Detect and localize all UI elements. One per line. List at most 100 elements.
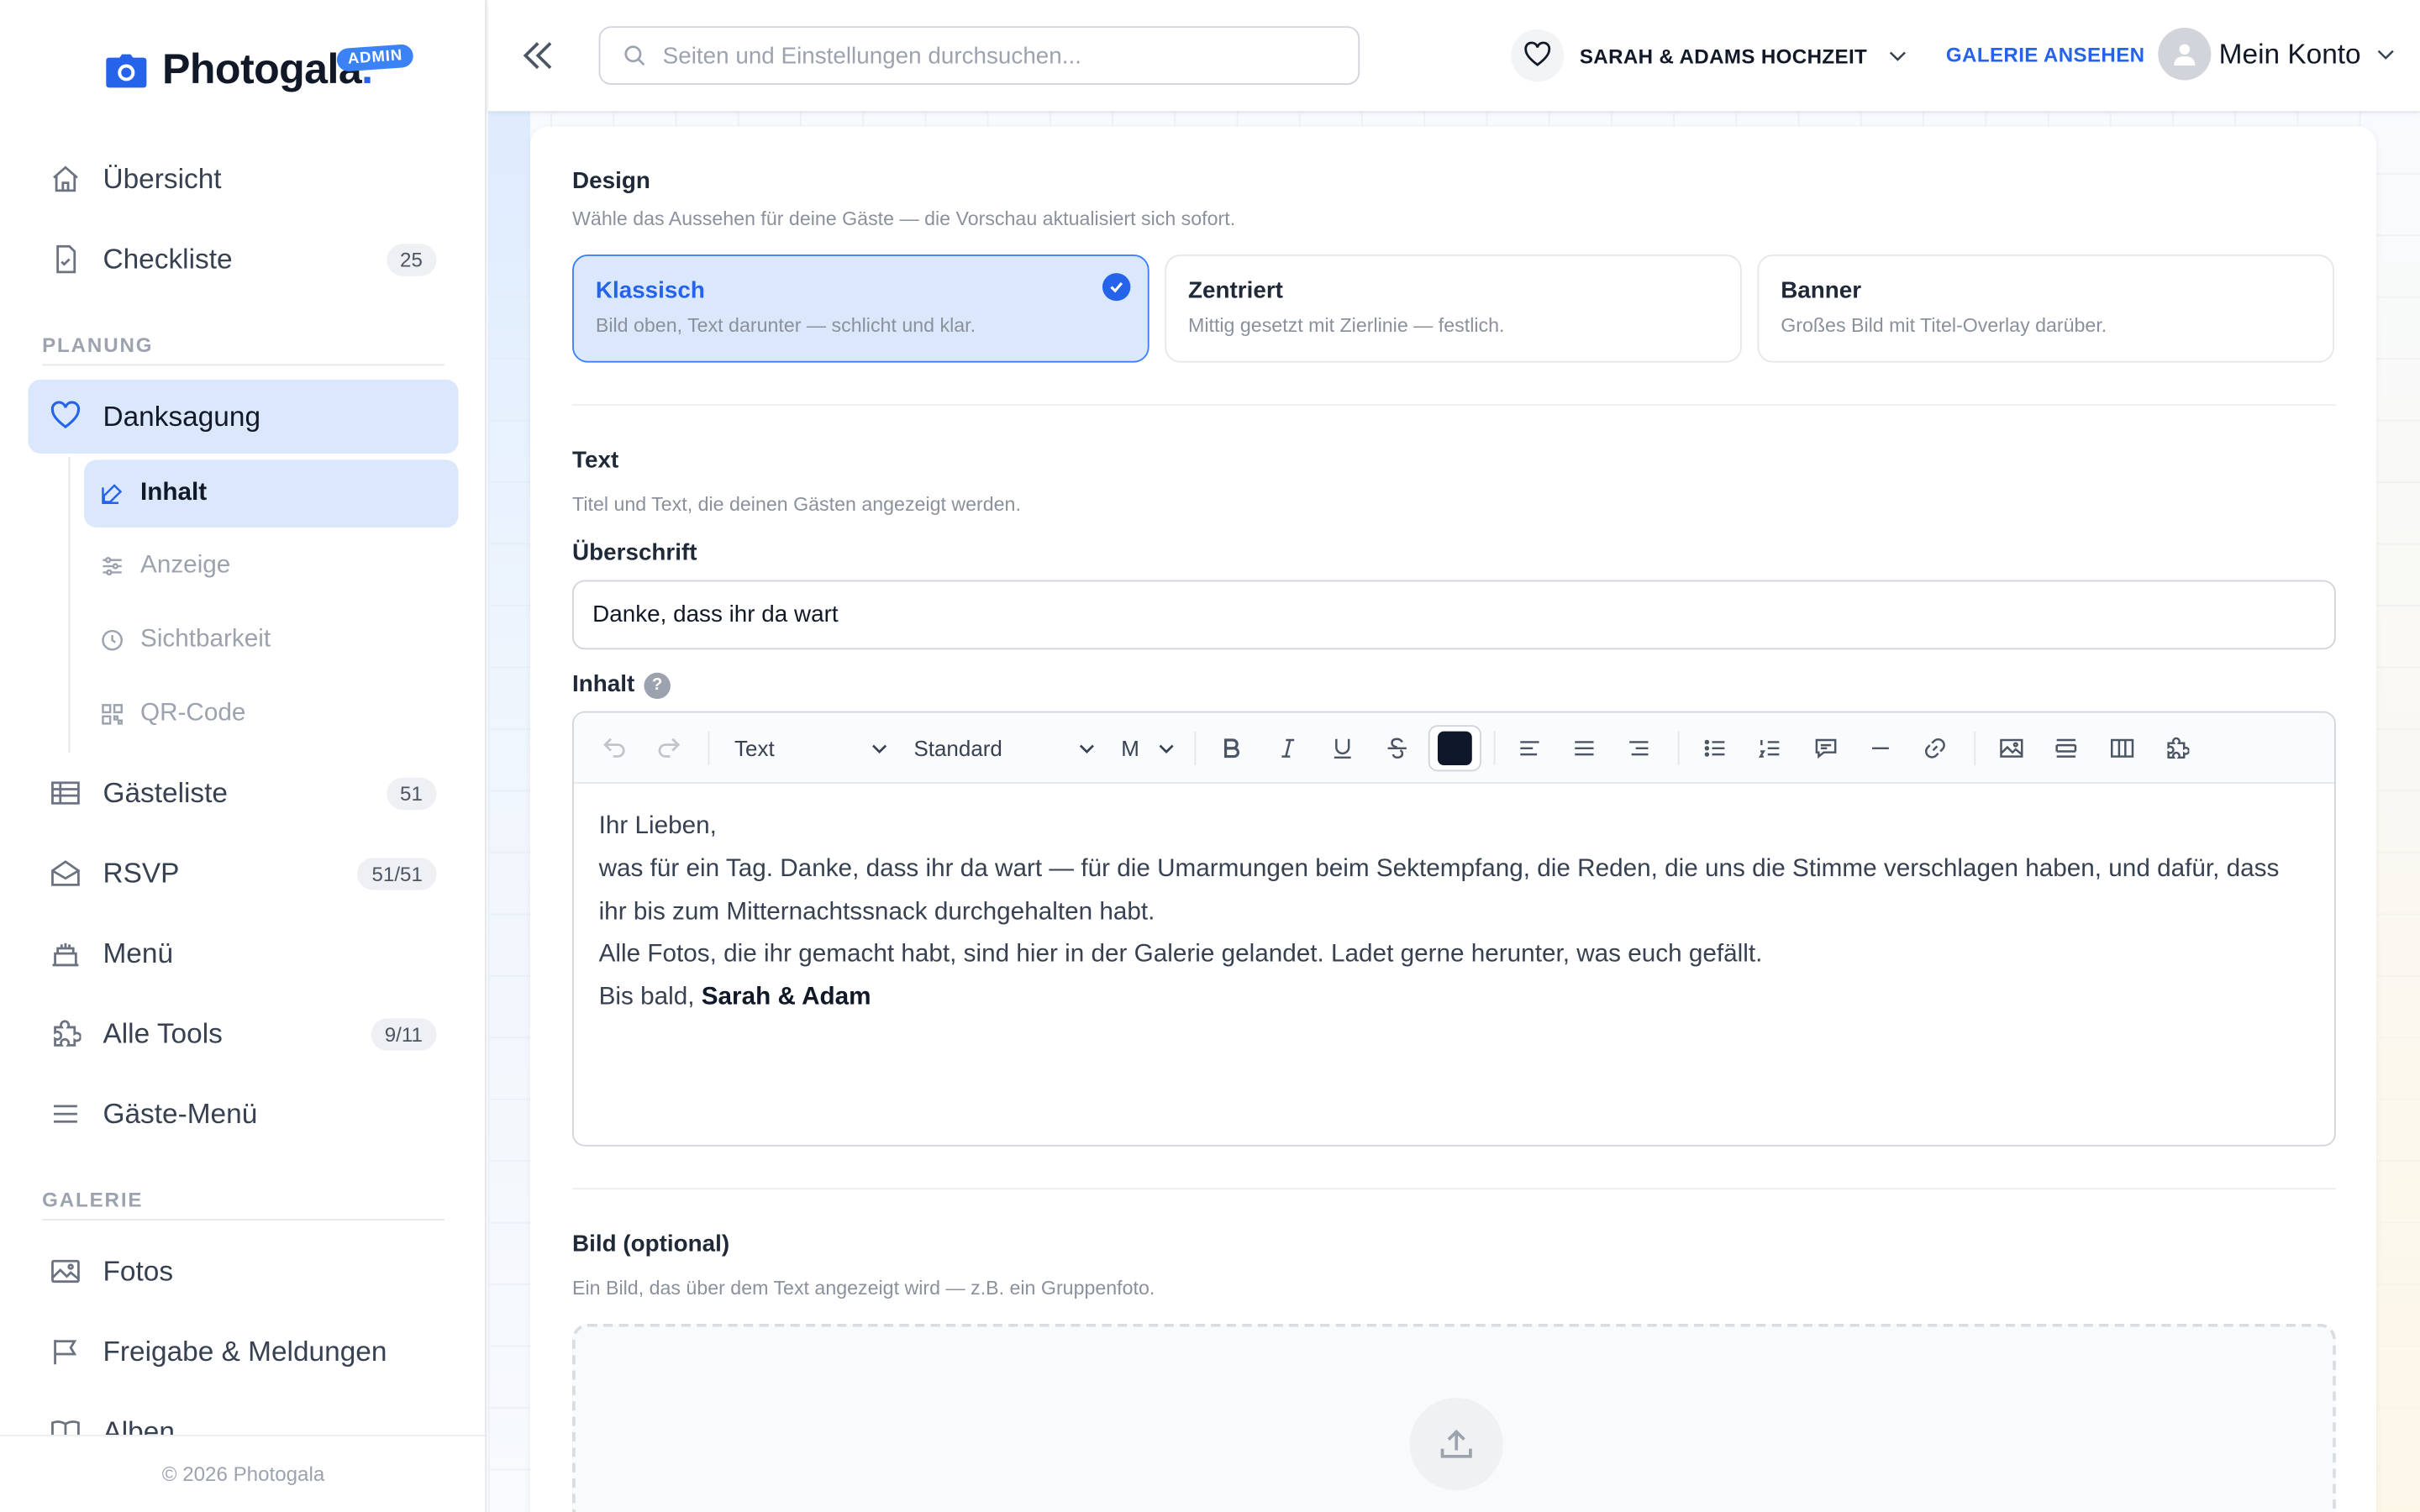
align-right-button[interactable] (1620, 730, 1658, 767)
sidebar-item-checklist[interactable]: Checkliste 25 (28, 222, 458, 296)
sidebar-subitem-qr-code[interactable]: QR-Code (84, 680, 458, 748)
section-divider (42, 364, 445, 366)
checklist-icon (50, 244, 81, 275)
event-selector[interactable]: SARAH & ADAMS HOCHZEIT (1511, 28, 1911, 83)
account-menu[interactable]: Mein Konto (2158, 28, 2398, 81)
columns-button[interactable] (2103, 730, 2141, 767)
chevron-down-icon (2377, 50, 2394, 60)
account-label: Mein Konto (2218, 37, 2361, 69)
puzzle-icon (50, 1018, 82, 1049)
undo-button[interactable] (596, 730, 634, 767)
bullet-list-button[interactable] (1697, 730, 1734, 767)
check-icon (1102, 273, 1131, 302)
bold-button[interactable] (1213, 730, 1251, 767)
numbered-list-button[interactable] (1751, 730, 1789, 767)
text-section-subtitle: Titel und Text, die deinen Gästen angeze… (572, 493, 1021, 516)
font-size-select[interactable]: M (1121, 732, 1183, 765)
image-section-title: Bild (optional) (572, 1231, 730, 1257)
help-icon[interactable]: ? (644, 671, 671, 699)
brand-logo[interactable]: Photogala. (106, 46, 373, 94)
sidebar-item-alle-tools[interactable]: Alle Tools 9/11 (28, 997, 458, 1071)
font-select[interactable]: Standard (913, 732, 1101, 765)
sidebar-item-label: Alle Tools (103, 1017, 223, 1049)
closing-text: Bis bald, (598, 984, 702, 1011)
section-label-gallery: GALERIE (42, 1188, 144, 1211)
align-left-button[interactable] (1511, 730, 1549, 767)
image-dropzone[interactable] (572, 1323, 2336, 1512)
sidebar-item-label: Danksagung (103, 400, 261, 432)
text-color-button[interactable] (1428, 725, 1481, 772)
font-size-value: M (1121, 736, 1139, 761)
columns-icon (2110, 738, 2134, 758)
text-block-button[interactable] (2048, 730, 2086, 767)
count-badge: 9/11 (371, 1017, 437, 1050)
strikethrough-button[interactable] (1378, 730, 1416, 767)
section-divider (572, 404, 2336, 407)
collapse-sidebar-button[interactable] (519, 34, 557, 76)
horizontal-rule-button[interactable] (1862, 730, 1900, 767)
align-center-button[interactable] (1565, 730, 1603, 767)
heading-input[interactable] (572, 580, 2336, 650)
editor-paragraph: Bis bald, Sarah & Adam (599, 977, 2310, 1020)
submenu-rail (68, 456, 71, 753)
sidebar-subitem-sichtbarkeit[interactable]: Sichtbarkeit (84, 606, 458, 675)
quote-button[interactable] (1807, 730, 1845, 767)
sidebar-item-overview[interactable]: Übersicht (28, 142, 458, 216)
sidebar-item-label: Fotos (103, 1255, 174, 1286)
envelope-icon (50, 858, 81, 889)
home-icon (50, 164, 81, 195)
sidebar-subitem-inhalt[interactable]: Inhalt (84, 459, 459, 528)
image-icon (50, 1256, 81, 1287)
sidebar-item-fotos[interactable]: Fotos (28, 1234, 458, 1308)
sidebar-item-label: Checkliste (103, 243, 233, 275)
editor-content[interactable]: Ihr Lieben, was für ein Tag. Danke, dass… (574, 784, 2334, 1042)
user-icon (2174, 44, 2196, 66)
sidebar-item-freigabe[interactable]: Freigabe & Meldungen (28, 1315, 458, 1389)
count-badge: 25 (386, 243, 437, 276)
section-divider (572, 1188, 2336, 1190)
sidebar-item-rsvp[interactable]: RSVP 51/51 (28, 836, 458, 910)
align-left-icon (1520, 741, 1539, 756)
design-section-title: Design (572, 168, 650, 195)
toolbar-separator (1677, 731, 1680, 766)
toolbar-separator (1493, 731, 1496, 766)
design-option-banner[interactable]: Banner Großes Bild mit Titel-Overlay dar… (1757, 255, 2334, 363)
underline-icon (1334, 738, 1351, 759)
plugin-button[interactable] (2158, 730, 2196, 767)
design-option-description: Bild oben, Text darunter — schlicht und … (595, 314, 976, 337)
redo-button[interactable] (650, 730, 688, 767)
count-badge: 51/51 (357, 857, 437, 890)
view-gallery-link[interactable]: GALERIE ANSEHEN (1946, 43, 2145, 66)
search-bar (598, 26, 1360, 86)
double-chevron-left-icon (523, 42, 552, 70)
sidebar-item-menue[interactable]: Menü (28, 916, 458, 990)
section-label-planning: PLANUNG (42, 333, 154, 357)
insert-image-button[interactable] (1993, 730, 2031, 767)
sidebar-item-danksagung[interactable]: Danksagung (28, 379, 459, 454)
italic-button[interactable] (1270, 730, 1307, 767)
bullet-list-icon (1704, 739, 1725, 757)
sidebar-item-label: Gäste-Menü (103, 1097, 258, 1129)
menu-icon (50, 1099, 81, 1130)
sidebar-item-label: Freigabe & Meldungen (103, 1335, 387, 1367)
sidebar-item-gaeste-menue[interactable]: Gäste-Menü (28, 1077, 458, 1151)
link-button[interactable] (1917, 730, 1954, 767)
block-type-select[interactable]: Text (734, 732, 891, 765)
count-badge: 51 (386, 776, 437, 810)
underline-button[interactable] (1323, 730, 1361, 767)
text-section-title: Text (572, 447, 619, 474)
topbar: SARAH & ADAMS HOCHZEIT GALERIE ANSEHEN M… (487, 0, 2420, 112)
design-option-zentriert[interactable]: Zentriert Mittig gesetzt mit Zierlinie —… (1165, 255, 1742, 363)
search-input[interactable] (662, 42, 1334, 69)
upload-icon (1409, 1398, 1503, 1491)
sidebar-item-gaesteliste[interactable]: Gästeliste 51 (28, 756, 458, 830)
qr-code-icon (100, 702, 125, 727)
sidebar-subitem-anzeige[interactable]: Anzeige (84, 533, 458, 601)
sidebar-subitem-label: Inhalt (140, 480, 208, 507)
toolbar-separator (1974, 731, 1976, 766)
camera-icon (106, 53, 147, 87)
design-option-klassisch[interactable]: Klassisch Bild oben, Text darunter — sch… (572, 255, 1150, 363)
strikethrough-icon (1387, 738, 1407, 759)
event-avatar (1511, 29, 1565, 82)
content-label-text: Inhalt (572, 670, 635, 698)
